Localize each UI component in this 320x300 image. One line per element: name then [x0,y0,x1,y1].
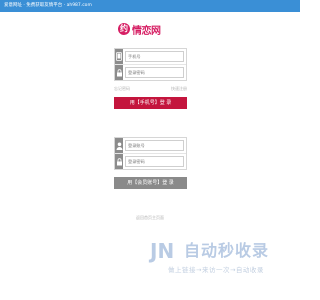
password-field-row [115,65,186,80]
phone-input[interactable] [125,51,184,62]
watermark-subtitle: 做上链接→来访一次→自动收录 [168,266,264,274]
user-icon [115,138,123,153]
account-login-fields [114,137,187,170]
account-input[interactable] [125,140,184,151]
account-login-button[interactable]: 用【会员账号】登 录 [114,177,187,189]
phone-icon [115,49,123,64]
phone-password-input[interactable] [125,67,184,78]
top-info-text: 爱意网址 · 免费获取友情平台 · ah987.com [4,3,92,8]
return-home-link[interactable]: 返回首页主页面 [0,215,300,221]
account-password-row [115,154,186,169]
account-field-row [115,138,186,154]
forgot-password-link[interactable]: 忘记密码 [114,86,130,92]
phone-login-links: 忘记密码 快速注册 [114,86,187,92]
site-logo[interactable]: 约 情恋网 [118,21,182,37]
lock-icon [115,65,123,80]
watermark: JN 自动秒收录 做上链接→来访一次→自动收录 [150,240,290,280]
phone-field-row [115,49,186,65]
register-link[interactable]: 快速注册 [171,86,187,92]
return-home-text: 返回首页主页面 [136,215,164,220]
lock-icon [115,154,123,169]
top-info-bar: 爱意网址 · 免费获取友情平台 · ah987.com [0,0,300,12]
watermark-title: 自动秒收录 [184,241,270,260]
logo-mark-icon: 约 [118,23,130,35]
phone-login-button[interactable]: 用【手机号】登 录 [114,97,187,109]
watermark-logo-icon: JN [150,239,175,263]
account-password-input[interactable] [125,156,184,167]
phone-login-fields [114,48,187,81]
logo-text: 情恋网 [132,25,161,37]
